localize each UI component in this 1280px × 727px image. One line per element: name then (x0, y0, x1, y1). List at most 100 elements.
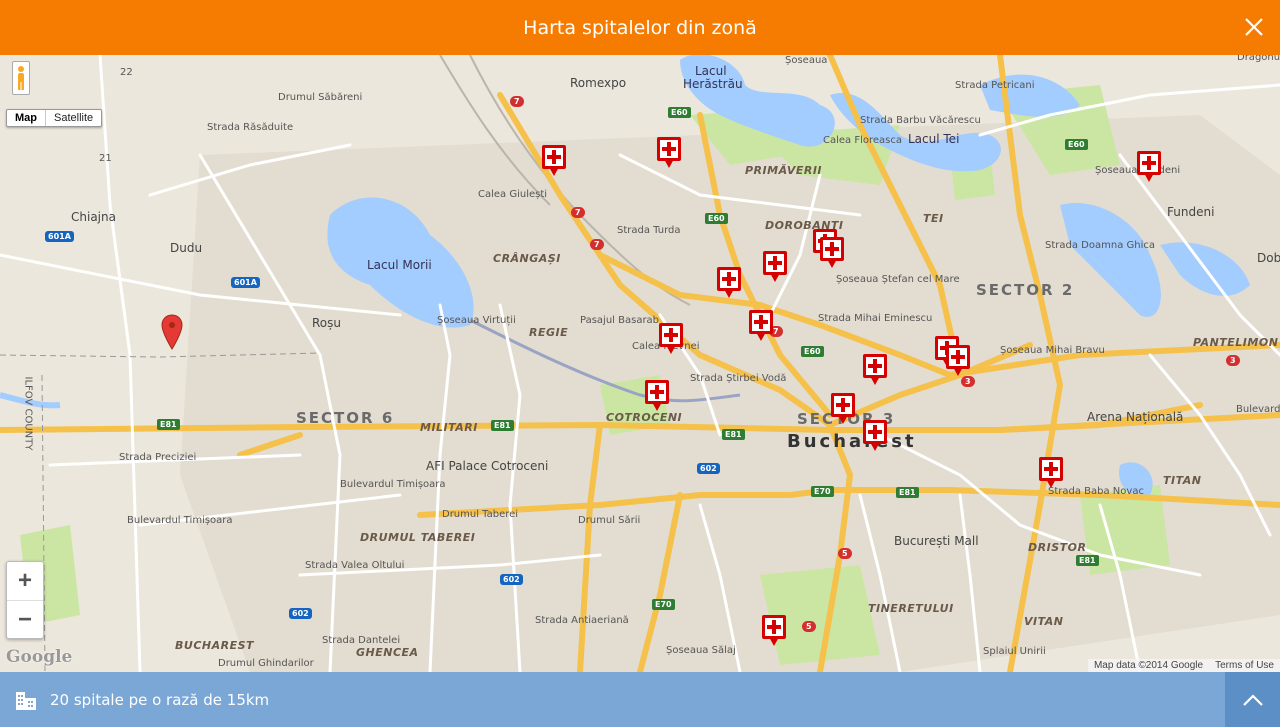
hospital-marker[interactable] (659, 323, 683, 355)
hospital-marker[interactable] (820, 237, 844, 269)
hospital-marker[interactable] (657, 137, 681, 169)
map-data-credit: Map data ©2014 Google (1093, 660, 1204, 671)
shield-e70: E70 (652, 599, 675, 610)
hospital-summary-bar[interactable]: 20 spitale pe o rază de 15km (0, 672, 1280, 727)
location-pin-icon[interactable] (161, 314, 183, 350)
shield-e81: E81 (157, 419, 180, 430)
label-titan: TITAN (1163, 474, 1202, 487)
hospital-cross-icon (657, 137, 681, 161)
pegman-icon (18, 66, 24, 90)
hospital-marker[interactable] (749, 310, 773, 342)
label-arena: Arena Națională (1087, 410, 1184, 424)
expand-list-button[interactable] (1225, 672, 1280, 727)
shield-602: 602 (289, 608, 312, 619)
shield-602: 602 (500, 574, 523, 585)
zoom-in-button[interactable]: + (7, 562, 43, 600)
shield-e81: E81 (722, 429, 745, 440)
zoom-out-button[interactable]: − (7, 600, 43, 638)
hospital-marker[interactable] (863, 354, 887, 386)
street-view-pegman[interactable] (12, 61, 30, 95)
hospital-marker[interactable] (1137, 151, 1161, 183)
label-str-stirbei: Strada Știrbei Vodă (690, 373, 787, 384)
map-type-satellite-button[interactable]: Satellite (46, 110, 101, 126)
terms-of-use-link[interactable]: Terms of Use (1215, 660, 1274, 671)
hospital-cross-icon (645, 380, 669, 404)
hospital-marker[interactable] (946, 345, 970, 377)
label-lacul-tei: Lacul Tei (908, 132, 960, 146)
hospital-marker[interactable] (863, 420, 887, 452)
shield-3: 3 (1226, 355, 1240, 366)
map-type-control: Map Satellite (6, 109, 103, 127)
label-sos-virtutii: Șoseaua Virtuții (437, 315, 516, 326)
label-soseaua: Șoseaua (785, 55, 828, 66)
label-drumul-ghindarilor: Drumul Ghindarilor (218, 658, 314, 669)
hospital-marker[interactable] (717, 267, 741, 299)
shield-7: 7 (571, 207, 585, 218)
label-sos-mihai-bravu: Șoseaua Mihai Bravu (1000, 345, 1105, 356)
label-bd-timisoara-2: Bulevardul Timișoara (127, 515, 233, 526)
header-bar: Harta spitalelor din zonă (0, 0, 1280, 55)
label-lacul-herastrau-1: Lacul (695, 64, 727, 78)
zoom-control: + − (6, 561, 44, 639)
label-bucuresti-mall: București Mall (894, 534, 979, 548)
hospital-marker[interactable] (831, 393, 855, 425)
label-sector2: SECTOR 2 (976, 281, 1075, 299)
shield-602: 602 (697, 463, 720, 474)
shield-7: 7 (590, 239, 604, 250)
hospital-cross-icon (763, 251, 787, 275)
label-str-turda: Strada Turda (617, 225, 681, 236)
label-fundeni: Fundeni (1167, 205, 1215, 219)
shield-e70: E70 (811, 486, 834, 497)
label-drumul-sabareni: Drumul Săbăreni (278, 92, 363, 103)
shield-e81: E81 (1076, 555, 1099, 566)
label-chiajna: Chiajna (71, 210, 116, 224)
label-afi: AFI Palace Cotroceni (426, 459, 549, 473)
hospital-count-text: 20 spitale pe o rază de 15km (50, 690, 270, 709)
label-dudu: Dudu (170, 241, 203, 255)
label-ghencea: GHENCEA (356, 646, 419, 659)
chevron-up-icon (1242, 693, 1263, 706)
label-ilfov: ILFOV COUNTY (22, 376, 34, 451)
shield-e81: E81 (896, 487, 919, 498)
close-icon[interactable] (1240, 13, 1268, 41)
label-pasajul: Pasajul Basarab (580, 315, 660, 326)
label-drumul-taberei-road: Drumul Taberei (442, 509, 519, 520)
hospital-marker[interactable] (542, 145, 566, 177)
label-splaiul: Splaiul Unirii (983, 646, 1046, 657)
label-road-22: 22 (120, 67, 133, 78)
label-str-dantelei: Strada Dantelei (322, 635, 401, 646)
map-type-map-button[interactable]: Map (7, 110, 46, 126)
label-str-petricani: Strada Petricani (955, 80, 1035, 91)
label-calea-floreasca: Calea Floreasca (823, 135, 903, 146)
label-bd-timisoara: Bulevardul Timișoara (340, 479, 446, 490)
label-crangasi: CRÂNGAȘI (493, 252, 561, 265)
shield-e81: E81 (491, 420, 514, 431)
hospital-marker[interactable] (1039, 457, 1063, 489)
label-str-barbu: Strada Barbu Văcărescu (860, 115, 981, 126)
label-tineretului: TINERETULUI (868, 602, 954, 615)
label-str-rasaduite: Strada Răsăduite (207, 122, 294, 133)
label-bulevard: Bulevard (1236, 404, 1280, 415)
hospital-marker[interactable] (645, 380, 669, 412)
label-calea-giulesti: Calea Giulești (478, 189, 548, 200)
label-str-preciziei: Strada Preciziei (119, 452, 197, 463)
building-icon (16, 691, 36, 710)
hospital-map[interactable]: Romexpo Lacul Herăstrău Șoseaua Dragonul… (0, 55, 1280, 672)
label-pantelimon: PANTELIMON (1193, 336, 1279, 349)
label-lacul-herastrau-2: Herăstrău (683, 77, 743, 91)
google-logo: Google (6, 647, 73, 667)
label-sos-stefan: Șoseaua Ștefan cel Mare (836, 274, 960, 285)
hospital-marker[interactable] (762, 615, 786, 647)
hospital-cross-icon (1137, 151, 1161, 175)
hospital-cross-icon (762, 615, 786, 639)
hospital-marker[interactable] (763, 251, 787, 283)
label-regie: REGIE (529, 326, 569, 339)
map-attribution: Map data ©2014 Google Terms of Use (1087, 659, 1280, 672)
page-title: Harta spitalelor din zonă (523, 16, 757, 39)
shield-e60: E60 (801, 346, 824, 357)
label-str-antiaeriana: Strada Antiaeriană (535, 615, 629, 626)
shield-5: 5 (838, 548, 852, 559)
hospital-cross-icon (542, 145, 566, 169)
label-str-doamna: Strada Doamna Ghica (1045, 240, 1155, 251)
shield-7: 7 (510, 96, 524, 107)
